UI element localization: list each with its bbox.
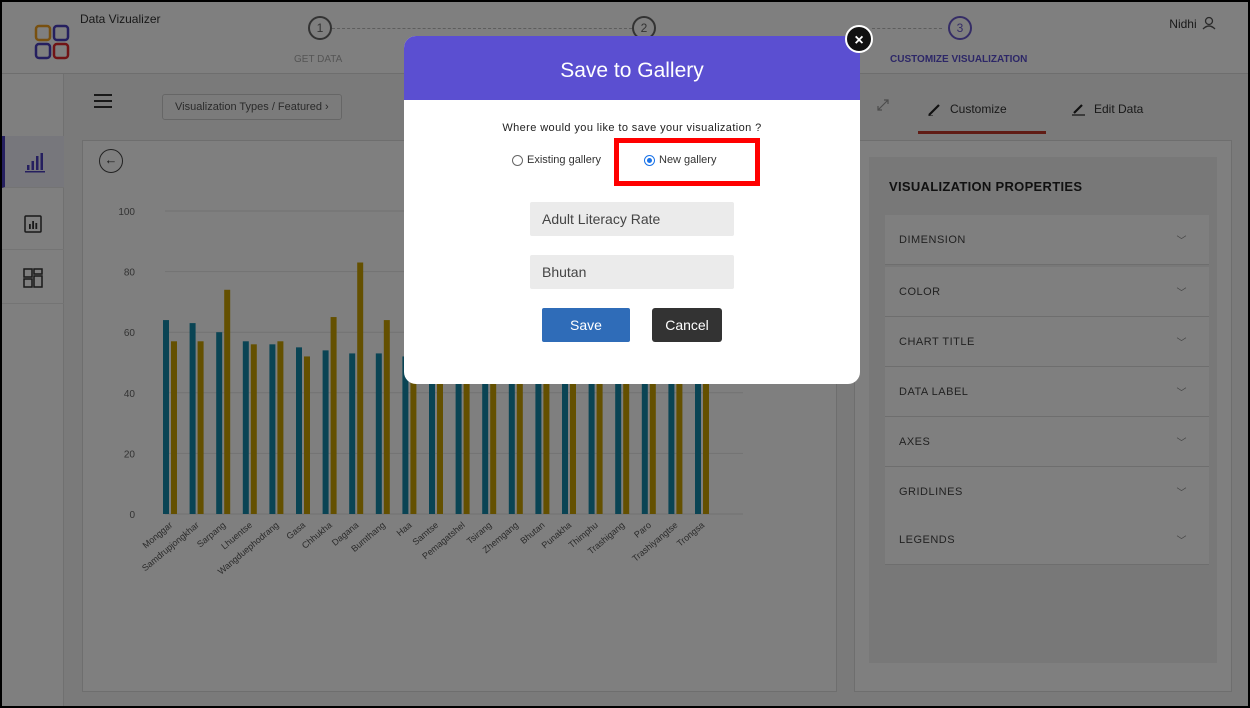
highlight-box [614,138,760,186]
dialog-question: Where would you like to save your visual… [502,122,762,134]
dialog-title: Save to Gallery [404,36,860,100]
save-button[interactable]: Save [542,308,630,342]
gallery-name-field[interactable] [530,255,734,289]
existing-gallery-option[interactable]: Existing gallery [512,154,601,166]
existing-gallery-label: Existing gallery [527,154,601,166]
existing-gallery-radio[interactable] [512,154,523,166]
cancel-button[interactable]: Cancel [652,308,722,342]
save-to-gallery-dialog: Save to Gallery Where would you like to … [404,36,860,384]
app-window: Data Vizualizer 1 GET DATA 2 3 CUSTOMIZE… [0,0,1250,708]
visualization-name-field[interactable] [530,202,734,236]
close-icon[interactable]: × [845,25,873,53]
